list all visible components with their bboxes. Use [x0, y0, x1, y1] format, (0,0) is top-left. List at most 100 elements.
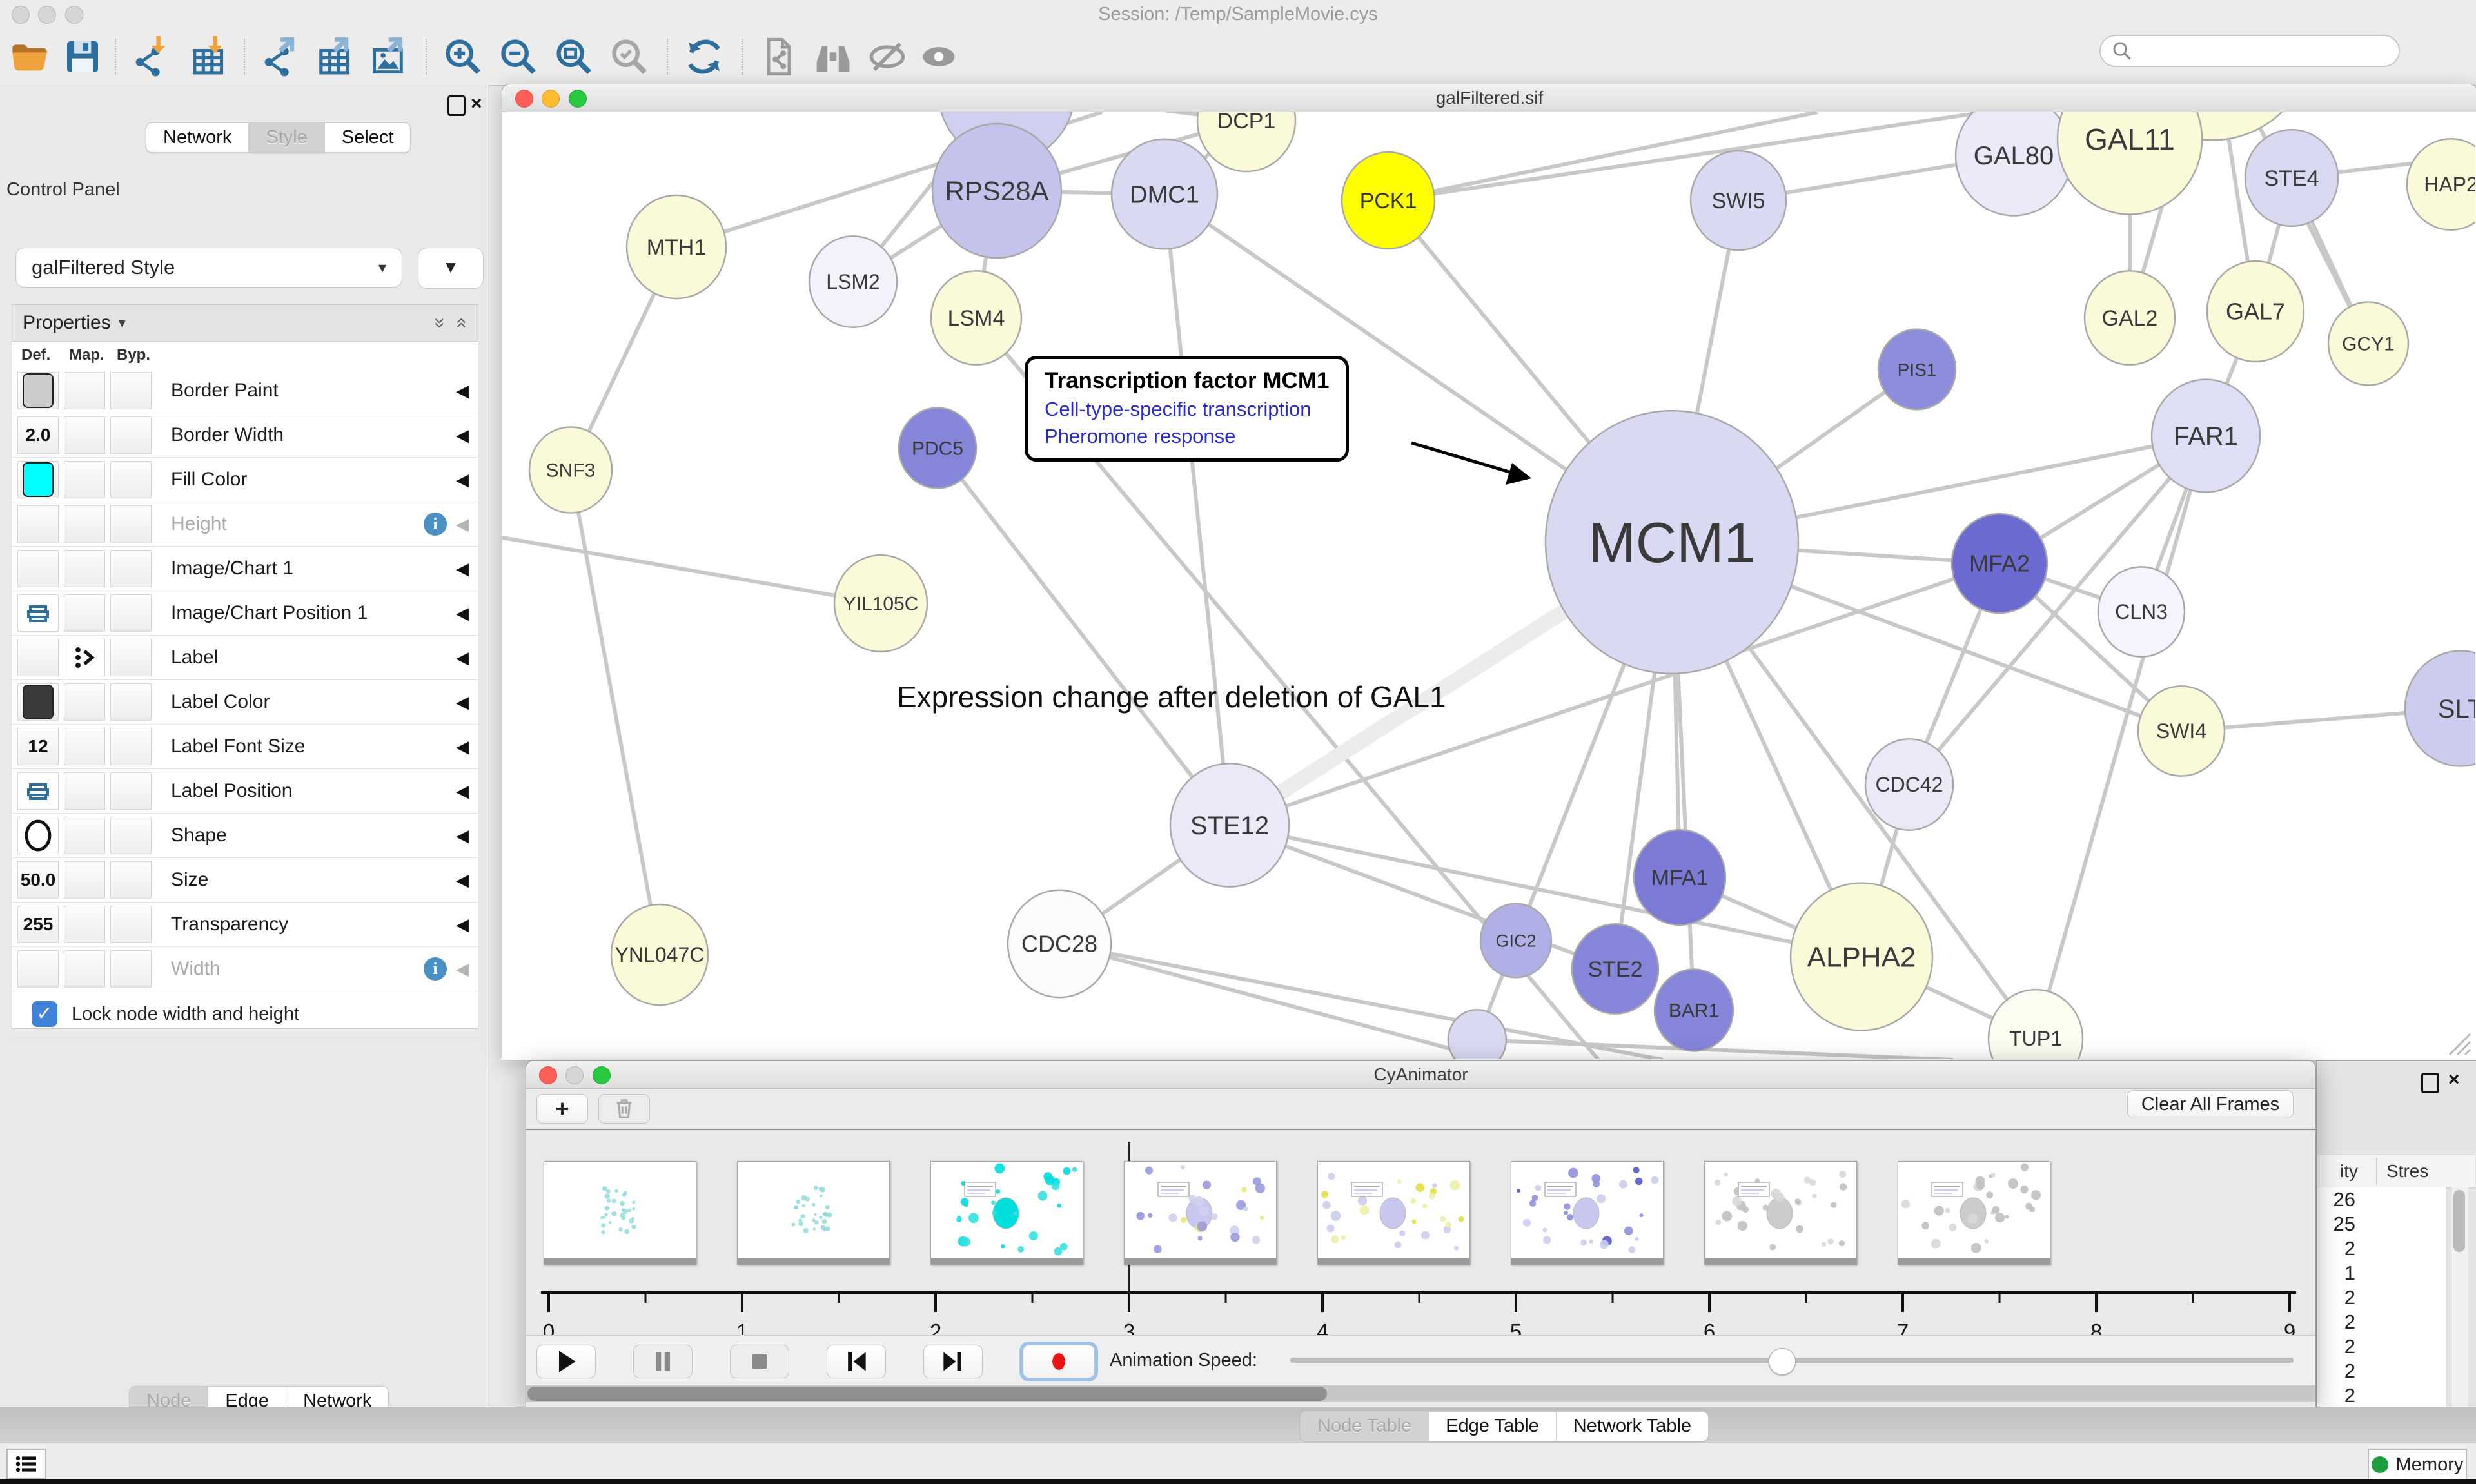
- network-node-CDC28[interactable]: CDC28: [1008, 890, 1111, 997]
- table-cell-value[interactable]: 2: [2317, 1359, 2446, 1383]
- table-cell-value[interactable]: 1: [2317, 1261, 2446, 1285]
- expand-property-icon[interactable]: ◀: [456, 959, 469, 979]
- expand-property-icon[interactable]: ◀: [456, 781, 469, 801]
- tab-style[interactable]: Style: [249, 123, 324, 152]
- column-header-centrality[interactable]: ity: [2319, 1161, 2358, 1182]
- property-byp-cell[interactable]: [110, 550, 152, 587]
- expand-property-icon[interactable]: ◀: [456, 514, 469, 534]
- property-def-cell[interactable]: [17, 639, 59, 676]
- property-row-image-chart-position-1[interactable]: Image/Chart Position 1◀: [12, 591, 478, 636]
- property-map-cell[interactable]: [64, 639, 105, 676]
- property-row-label[interactable]: Label◀: [12, 636, 478, 680]
- property-def-cell[interactable]: [17, 772, 59, 810]
- pause-button[interactable]: [633, 1345, 693, 1378]
- expand-property-icon[interactable]: ◀: [456, 692, 469, 712]
- property-def-cell[interactable]: [17, 372, 59, 409]
- import-network-icon[interactable]: [132, 36, 173, 77]
- hide-details-icon[interactable]: [867, 36, 908, 77]
- tab-select[interactable]: Select: [325, 123, 411, 152]
- property-row-fill-color[interactable]: Fill Color◀: [12, 458, 478, 502]
- property-row-label-color[interactable]: Label Color◀: [12, 680, 478, 725]
- annotation-link[interactable]: Pheromone response: [1045, 425, 1329, 448]
- style-combo[interactable]: galFiltered Style ▾: [15, 248, 402, 288]
- close-panel-icon[interactable]: ×: [2448, 1070, 2460, 1089]
- property-def-cell[interactable]: [17, 594, 59, 632]
- expand-property-icon[interactable]: ◀: [456, 425, 469, 445]
- network-node-STE12[interactable]: STE12: [1170, 763, 1289, 886]
- show-details-icon[interactable]: [918, 36, 959, 77]
- property-map-cell[interactable]: [64, 594, 105, 632]
- table-tab-network-table[interactable]: Network Table: [1557, 1412, 1708, 1441]
- property-row-shape[interactable]: Shape◀: [12, 814, 478, 858]
- property-def-cell[interactable]: 12: [17, 728, 59, 765]
- network-node-FAR1[interactable]: FAR1: [2152, 380, 2260, 493]
- network-from-selection-icon[interactable]: [758, 36, 800, 77]
- column-divider[interactable]: [2376, 1158, 2377, 1185]
- network-node-LSM4[interactable]: LSM4: [931, 271, 1021, 365]
- property-def-cell[interactable]: [17, 550, 59, 587]
- property-def-cell[interactable]: 50.0: [17, 861, 59, 899]
- property-map-cell[interactable]: [64, 372, 105, 409]
- property-byp-cell[interactable]: [110, 950, 152, 988]
- network-node-MFA1[interactable]: MFA1: [1634, 830, 1725, 925]
- property-def-cell[interactable]: 255: [17, 906, 59, 943]
- network-node-GCY1[interactable]: GCY1: [2328, 302, 2408, 386]
- expand-property-icon[interactable]: ◀: [456, 870, 469, 890]
- table-tab-edge-table[interactable]: Edge Table: [1429, 1412, 1557, 1441]
- expand-property-icon[interactable]: ◀: [456, 826, 469, 846]
- network-node-HAP2[interactable]: HAP2: [2407, 139, 2475, 229]
- network-node-CDC42[interactable]: CDC42: [1865, 739, 1953, 830]
- style-options-button[interactable]: ▼: [418, 248, 484, 289]
- property-def-cell[interactable]: [17, 950, 59, 988]
- memory-button[interactable]: Memory: [2368, 1449, 2467, 1481]
- info-icon[interactable]: i: [424, 513, 447, 536]
- property-map-cell[interactable]: [64, 861, 105, 899]
- property-map-cell[interactable]: [64, 683, 105, 721]
- property-row-label-font-size[interactable]: 12Label Font Size◀: [12, 725, 478, 769]
- network-node-BAR1[interactable]: BAR1: [1655, 970, 1733, 1051]
- expand-property-icon[interactable]: ◀: [456, 915, 469, 935]
- close-panel-icon[interactable]: ×: [471, 94, 482, 113]
- network-node-GAL7[interactable]: GAL7: [2207, 261, 2304, 362]
- network-node-GAL11[interactable]: GAL11: [2058, 112, 2202, 214]
- property-row-transparency[interactable]: 255Transparency◀: [12, 903, 478, 947]
- open-session-icon[interactable]: [9, 36, 50, 77]
- zoom-out-icon[interactable]: [498, 36, 539, 77]
- export-table-icon[interactable]: [315, 36, 356, 77]
- tab-network[interactable]: Network: [146, 123, 249, 152]
- network-node-DMC1[interactable]: DMC1: [1112, 139, 1217, 249]
- network-window-titlebar[interactable]: galFiltered.sif: [502, 84, 2476, 112]
- close-window-icon[interactable]: [12, 6, 30, 24]
- float-panel-icon[interactable]: [447, 95, 466, 116]
- property-map-cell[interactable]: [64, 772, 105, 810]
- network-node-SNF3[interactable]: SNF3: [529, 427, 612, 513]
- table-cell-value[interactable]: 2: [2317, 1334, 2446, 1359]
- property-row-label-position[interactable]: Label Position◀: [12, 769, 478, 814]
- property-map-cell[interactable]: [64, 906, 105, 943]
- cyanimator-timeline[interactable]: 0123456789Seconds: [526, 1130, 2315, 1335]
- timeline-frame-2s[interactable]: [930, 1161, 1083, 1265]
- expand-all-icon[interactable]: »: [429, 318, 451, 329]
- annotation-link[interactable]: Cell-type-specific transcription: [1045, 398, 1329, 421]
- delete-frame-button[interactable]: [598, 1094, 650, 1124]
- property-byp-cell[interactable]: [110, 906, 152, 943]
- network-node-GAL2[interactable]: GAL2: [2085, 271, 2175, 365]
- resize-grip-icon[interactable]: [2450, 1034, 2470, 1055]
- save-session-icon[interactable]: [62, 36, 103, 77]
- network-node-SWI5[interactable]: SWI5: [1691, 151, 1786, 250]
- property-map-cell[interactable]: [64, 728, 105, 765]
- network-node-YIL105C[interactable]: YIL105C: [834, 555, 927, 652]
- network-node-PIS1[interactable]: PIS1: [1878, 329, 1956, 410]
- property-row-image-chart-1[interactable]: Image/Chart 1◀: [12, 547, 478, 591]
- table-cell-value[interactable]: 2: [2317, 1285, 2446, 1310]
- timeline-frame-5s[interactable]: [1511, 1161, 1664, 1265]
- clear-all-frames-button[interactable]: Clear All Frames: [2127, 1090, 2294, 1118]
- property-row-size[interactable]: 50.0Size◀: [12, 858, 478, 903]
- property-byp-cell[interactable]: [110, 416, 152, 454]
- property-map-cell[interactable]: [64, 817, 105, 854]
- property-map-cell[interactable]: [64, 505, 105, 543]
- cyanimator-scrollbar[interactable]: [526, 1385, 2315, 1402]
- minimize-window-icon[interactable]: [38, 6, 56, 24]
- network-node-SWI4[interactable]: SWI4: [2138, 686, 2225, 776]
- zoom-fit-icon[interactable]: [553, 36, 594, 77]
